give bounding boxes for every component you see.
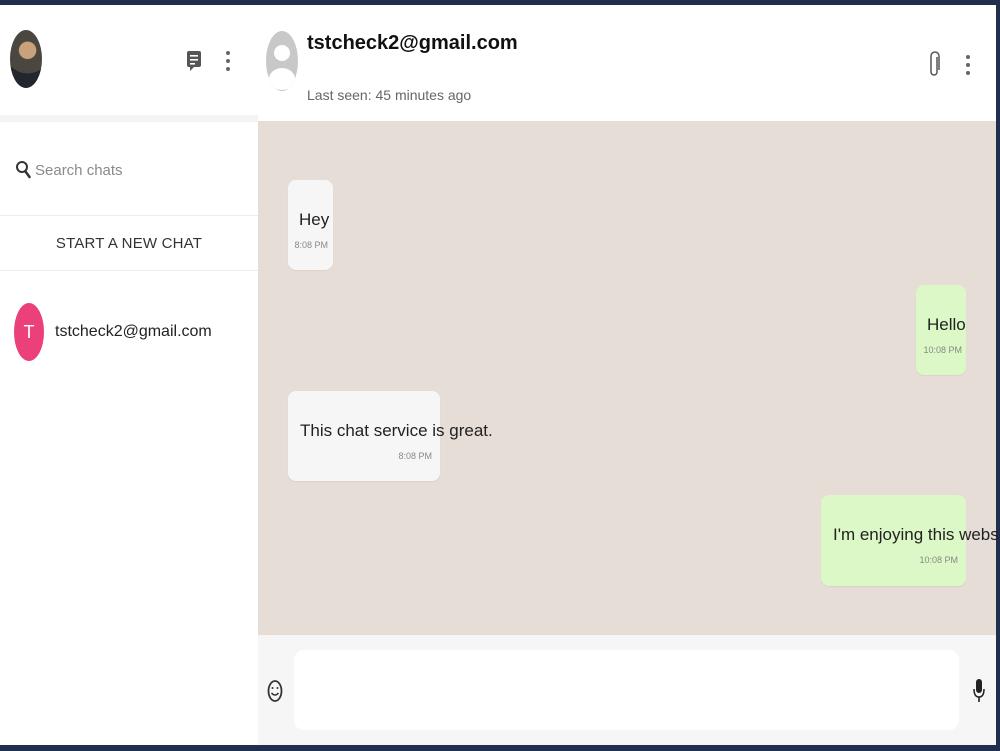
search-icon[interactable] [12, 156, 34, 184]
chat-contact-name: tstcheck2@gmail.com [55, 323, 212, 340]
contact-name: tstcheck2@gmail.com [307, 32, 518, 54]
search-bar [0, 122, 258, 216]
incoming-message[interactable]: This chat service is great. 8:08 PM [288, 391, 493, 481]
chat-avatar: T [14, 303, 44, 361]
last-seen-status: Last seen: 45 minutes ago [307, 87, 472, 103]
outgoing-message[interactable]: I'm enjoying this website 10:08 PM [821, 495, 1000, 586]
message-list[interactable]: Hey 8:08 PM Hello 10:08 PM This chat ser… [258, 121, 1000, 635]
message-time: 8:08 PM [294, 240, 328, 250]
start-new-chat-button[interactable]: START A NEW CHAT [0, 216, 258, 271]
message-text: This chat service is great. [300, 421, 493, 440]
incoming-message[interactable]: Hey 8:08 PM [288, 180, 333, 270]
search-input[interactable] [33, 152, 247, 188]
message-input[interactable] [294, 650, 959, 730]
sidebar-header [0, 5, 258, 115]
conversation-header: tstcheck2@gmail.com Last seen: 45 minute… [258, 5, 996, 121]
message-time: 8:08 PM [398, 451, 432, 461]
window-frame-bottom [0, 745, 1000, 751]
contact-avatar[interactable] [266, 31, 298, 91]
outgoing-message[interactable]: Hello 10:08 PM [916, 285, 966, 375]
message-text: I'm enjoying this website [833, 525, 1000, 544]
conversation-menu-icon[interactable] [960, 49, 976, 81]
user-avatar[interactable] [10, 30, 42, 88]
sidebar-divider [0, 115, 258, 122]
emoji-icon[interactable] [265, 675, 285, 707]
paperclip-icon[interactable] [926, 49, 944, 81]
sidebar: START A NEW CHAT T tstcheck2@gmail.com [0, 5, 258, 745]
message-composer [258, 635, 996, 745]
chat-list-item[interactable]: T tstcheck2@gmail.com [0, 295, 258, 371]
message-text: Hello [927, 315, 966, 334]
message-text: Hey [299, 210, 330, 229]
microphone-icon[interactable] [970, 675, 988, 707]
message-time: 10:08 PM [919, 555, 958, 565]
message-time: 10:08 PM [923, 345, 962, 355]
message-icon[interactable] [183, 47, 205, 75]
sidebar-menu-icon[interactable] [220, 47, 236, 75]
window-frame-right [996, 0, 1000, 751]
